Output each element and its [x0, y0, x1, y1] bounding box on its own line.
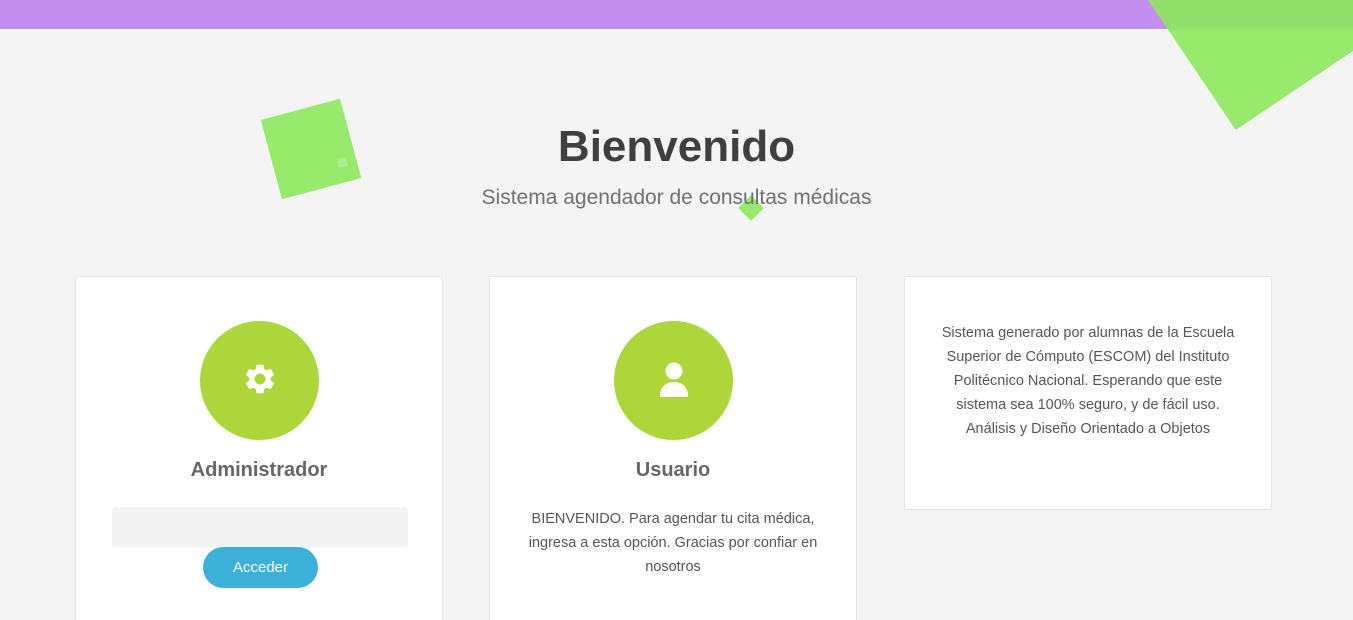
info-card: Sistema generado por alumnas de la Escue… [904, 276, 1272, 510]
user-card-title: Usuario [635, 459, 711, 481]
admin-icon-circle [200, 321, 319, 440]
user-icon [657, 361, 691, 401]
info-card-text: Sistema generado por alumnas de la Escue… [941, 325, 1235, 437]
page-subtitle: Sistema agendador de consultas médicas [481, 186, 872, 209]
user-card-description: BIENVENIDO. Para agendar tu cita médica,… [528, 511, 818, 575]
acceder-button[interactable]: Acceder [203, 547, 318, 588]
page-title: Bienvenido [557, 122, 796, 171]
decorative-corner-square [1135, 0, 1353, 130]
user-card: Usuario BIENVENIDO. Para agendar tu cita… [489, 276, 857, 620]
user-icon-circle [614, 321, 733, 440]
admin-card: Administrador Acceder [75, 276, 443, 620]
page: Bienvenido Sistema agendador de consulta… [0, 0, 1353, 620]
admin-input[interactable] [112, 507, 408, 547]
gear-icon [242, 361, 278, 401]
admin-card-title: Administrador [190, 459, 328, 481]
